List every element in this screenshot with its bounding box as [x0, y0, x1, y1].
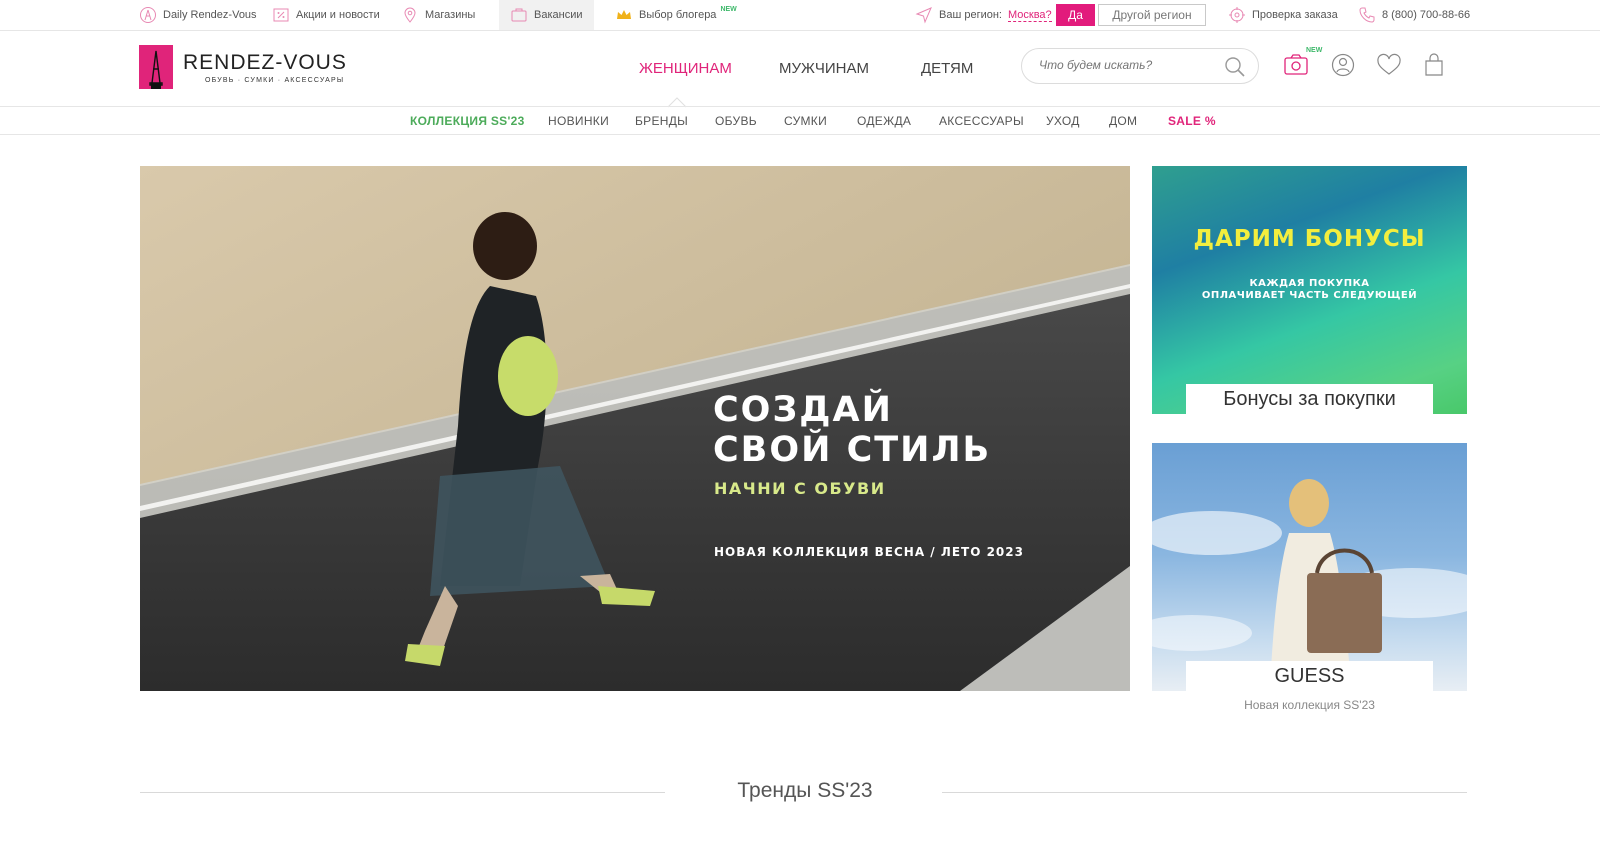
phone-link[interactable]: 8 (800) 700-88-66 — [1358, 0, 1470, 30]
phone-number: 8 (800) 700-88-66 — [1382, 9, 1471, 21]
promo-news-label: Акции и новости — [296, 9, 380, 21]
confirm-region-button[interactable]: Да — [1056, 4, 1095, 26]
bonus-promo-banner[interactable]: ДАРИМ БОНУСЫ КАЖДАЯ ПОКУПКА ОПЛАЧИВАЕТ Ч… — [1152, 166, 1467, 414]
cat-accessories[interactable]: АКСЕССУАРЫ — [939, 107, 1024, 134]
bonus-promo-subtitle-line1: КАЖДАЯ ПОКУПКА — [1249, 278, 1370, 289]
phone-icon — [1359, 7, 1375, 23]
logo-tagline: ОБУВЬ · СУМКИ · АКСЕССУАРЫ — [205, 76, 345, 84]
region-selector: Ваш регион: Москва? — [915, 0, 1052, 30]
other-region-button[interactable]: Другой регион — [1098, 4, 1206, 26]
nav-kids[interactable]: ДЕТЯМ — [921, 60, 973, 77]
hero-subtitle: НАЧНИ С ОБУВИ — [714, 479, 886, 498]
hero-title: СОЗДАЙ СВОЙ СТИЛЬ — [713, 390, 991, 470]
nav-women[interactable]: ЖЕНЩИНАМ — [639, 60, 732, 77]
cat-home[interactable]: ДОМ — [1109, 107, 1137, 134]
cat-clothing[interactable]: ОДЕЖДА — [857, 107, 911, 134]
logo[interactable]: RENDEZ-VOUS ОБУВЬ · СУМКИ · АКСЕССУАРЫ — [139, 45, 347, 89]
hero-title-line2: СВОЙ СТИЛЬ — [713, 430, 992, 470]
new-badge: NEW — [720, 5, 737, 13]
briefcase-icon — [511, 8, 527, 22]
cat-collection-ss23[interactable]: КОЛЛЕКЦИЯ SS'23 — [410, 107, 525, 134]
daily-icon — [140, 7, 156, 23]
cat-brands[interactable]: БРЕНДЫ — [635, 107, 688, 134]
hero-title-line1: СОЗДАЙ — [713, 390, 893, 430]
nav-men[interactable]: МУЖЧИНАМ — [779, 60, 869, 77]
daily-rendez-vous-label: Daily Rendez-Vous — [163, 9, 257, 21]
vacancies-link[interactable]: Вакансии — [499, 0, 594, 30]
bonus-promo-title: ДАРИМ БОНУСЫ — [1193, 226, 1426, 252]
hero-note: НОВАЯ КОЛЛЕКЦИЯ ВЕСНА / ЛЕТО 2023 — [714, 545, 1024, 559]
promo-news-link[interactable]: Акции и новости — [272, 0, 380, 30]
brand-promo-caption: Новая коллекция SS'23 — [1244, 698, 1375, 712]
bonus-promo-subtitle-line2: ОПЛАЧИВАЕТ ЧАСТЬ СЛЕДУЮЩЕЙ — [1201, 290, 1418, 301]
percent-tag-icon — [273, 8, 289, 22]
trends-divider-left — [140, 792, 665, 793]
search-box — [1021, 48, 1259, 84]
navigation-arrow-icon — [915, 7, 932, 24]
main-header: RENDEZ-VOUS ОБУВЬ · СУМКИ · АКСЕССУАРЫ Ж… — [0, 31, 1600, 108]
cat-new[interactable]: НОВИНКИ — [548, 107, 609, 134]
map-pin-icon — [404, 7, 416, 23]
region-value-link[interactable]: Москва? — [1007, 9, 1052, 22]
cat-bags[interactable]: СУМКИ — [784, 107, 827, 134]
cat-care[interactable]: УХОД — [1046, 107, 1080, 134]
brand-promo-banner[interactable]: GUESS — [1152, 443, 1467, 691]
brand-promo-photo — [1152, 479, 1467, 691]
order-check-label: Проверка заказа — [1252, 9, 1338, 21]
blogger-choice-label: Выбор блогера — [639, 9, 717, 21]
search-input[interactable] — [1037, 57, 1221, 73]
stores-link[interactable]: Магазины — [401, 0, 475, 30]
brand-promo-label: GUESS — [1186, 661, 1433, 691]
top-utility-bar: Daily Rendez-Vous Акции и новости Магази… — [0, 0, 1600, 31]
eiffel-tower-logo-icon — [139, 45, 173, 89]
vacancies-label: Вакансии — [534, 9, 583, 21]
cat-sale[interactable]: SALE % — [1168, 107, 1216, 134]
shopping-bag-icon[interactable] — [1422, 53, 1446, 77]
heart-icon[interactable] — [1376, 53, 1402, 77]
search-icon[interactable] — [1224, 56, 1246, 78]
account-icon[interactable] — [1331, 53, 1355, 77]
hero-banner[interactable]: СОЗДАЙ СВОЙ СТИЛЬ НАЧНИ С ОБУВИ НОВАЯ КО… — [140, 166, 1130, 691]
order-check-link[interactable]: Проверка заказа — [1228, 0, 1338, 30]
trends-divider-right — [942, 792, 1467, 793]
bonus-promo-label: Бонусы за покупки — [1186, 384, 1433, 414]
region-prompt: Ваш регион: — [939, 9, 1002, 21]
cat-shoes[interactable]: ОБУВЬ — [715, 107, 757, 134]
order-check-icon — [1229, 7, 1245, 23]
trends-title: Тренды SS'23 — [737, 779, 873, 802]
category-nav: КОЛЛЕКЦИЯ SS'23 НОВИНКИ БРЕНДЫ ОБУВЬ СУМ… — [0, 106, 1600, 135]
bonus-promo-subtitle: КАЖДАЯ ПОКУПКА ОПЛАЧИВАЕТ ЧАСТЬ СЛЕДУЮЩЕ… — [1152, 278, 1467, 302]
stores-label: Магазины — [425, 9, 476, 21]
crown-icon — [617, 10, 631, 19]
photo-search-new-badge: NEW — [1306, 47, 1323, 54]
photo-search-icon[interactable] — [1283, 53, 1309, 77]
blogger-choice-link[interactable]: Выбор блогера NEW — [615, 0, 737, 30]
logo-name: RENDEZ-VOUS — [183, 50, 347, 74]
daily-rendez-vous-link[interactable]: Daily Rendez-Vous — [139, 0, 257, 30]
